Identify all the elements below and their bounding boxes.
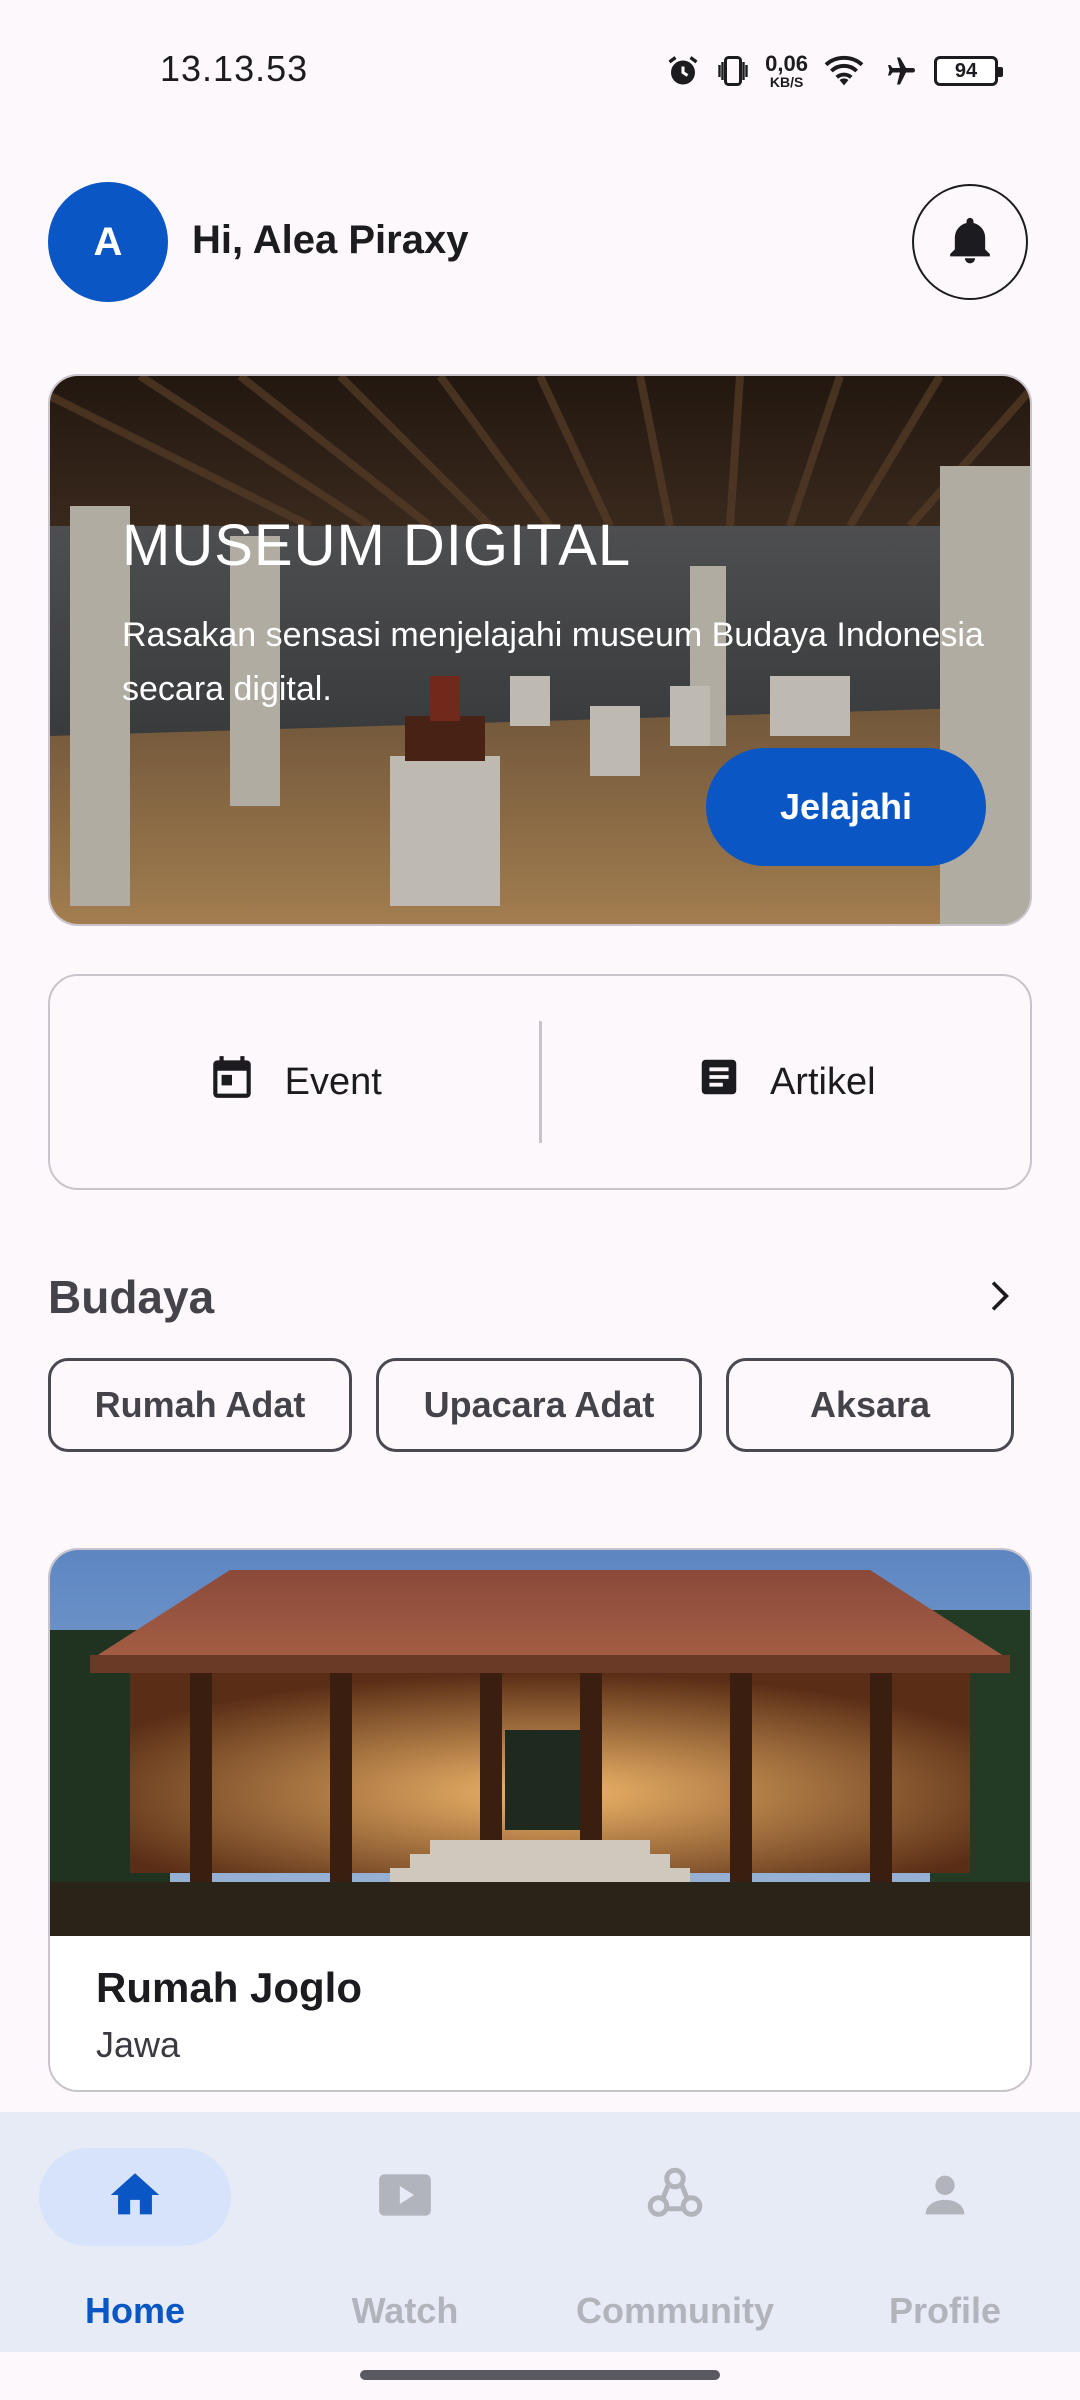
nav-watch-label: Watch (351, 2290, 459, 2331)
greeting: Hi, Alea Piraxy (192, 218, 469, 262)
nav-profile-label: Profile (888, 2290, 1002, 2331)
bell-icon (942, 212, 998, 273)
calendar-icon (207, 1052, 257, 1112)
nav-profile-indicator (849, 2148, 1041, 2246)
play-icon (374, 2164, 436, 2231)
person-icon (916, 2166, 974, 2229)
net-speed: 0,06 KB/S (765, 51, 808, 90)
chip-aksara[interactable]: Aksara (726, 1358, 1014, 1452)
chip-upacara-adat[interactable]: Upacara Adat (376, 1358, 702, 1452)
nav-community[interactable]: Community (540, 2112, 810, 2352)
nav-home-label: Home (84, 2290, 186, 2331)
article-icon (696, 1054, 742, 1110)
header: A Hi, Alea Piraxy (48, 182, 1028, 302)
article-shortcut[interactable]: Artikel (542, 976, 1031, 1188)
shortcut-card: Event Artikel (48, 974, 1032, 1190)
airplane-icon (880, 53, 920, 89)
rumah-joglo-image (50, 1550, 1030, 1936)
hero-description: Rasakan sensasi menjelajahi museum Buday… (122, 616, 984, 709)
nav-watch[interactable]: Watch (270, 2112, 540, 2352)
battery-icon: 94 (934, 56, 1003, 86)
status-icons: 0,06 KB/S 94 (665, 48, 1003, 94)
home-indicator[interactable] (360, 2370, 720, 2380)
community-icon (642, 2162, 708, 2233)
chevron-right-icon[interactable] (976, 1274, 1020, 1318)
explore-button[interactable]: Jelajahi (706, 748, 986, 866)
museum-digital-banner[interactable]: MUSEUM DIGITAL Rasakan sensasi menjelaja… (48, 374, 1032, 926)
nav-community-label: Community (576, 2290, 774, 2331)
category-chips: Rumah Adat Upacara Adat Aksara (48, 1358, 1048, 1454)
hero-title: MUSEUM DIGITAL (122, 513, 632, 578)
wifi-icon (822, 53, 866, 89)
culture-region: Jawa (96, 2024, 181, 2065)
article-label: Artikel (769, 1060, 876, 1103)
nav-home-indicator (39, 2148, 231, 2246)
alarm-icon (665, 53, 701, 89)
nav-profile[interactable]: Profile (810, 2112, 1080, 2352)
event-label: Event (284, 1060, 382, 1103)
avatar[interactable]: A (48, 182, 168, 302)
chip-rumah-adat[interactable]: Rumah Adat (48, 1358, 352, 1452)
culture-card[interactable]: Rumah Joglo Jawa (48, 1548, 1032, 2092)
home-icon (106, 2166, 164, 2229)
section-title-budaya: Budaya (48, 1271, 215, 1323)
nav-watch-indicator (309, 2148, 501, 2246)
bottom-navigation: Home Watch Community Profile (0, 2112, 1080, 2352)
vibrate-icon (715, 53, 751, 89)
event-shortcut[interactable]: Event (50, 976, 539, 1188)
nav-home[interactable]: Home (0, 2112, 270, 2352)
status-time: 13.13.53 (160, 48, 309, 89)
nav-community-indicator (579, 2148, 771, 2246)
notification-button[interactable] (912, 184, 1028, 300)
culture-name: Rumah Joglo (96, 1964, 363, 2011)
status-bar: 13.13.53 0,06 KB/S 94 (0, 0, 1080, 140)
